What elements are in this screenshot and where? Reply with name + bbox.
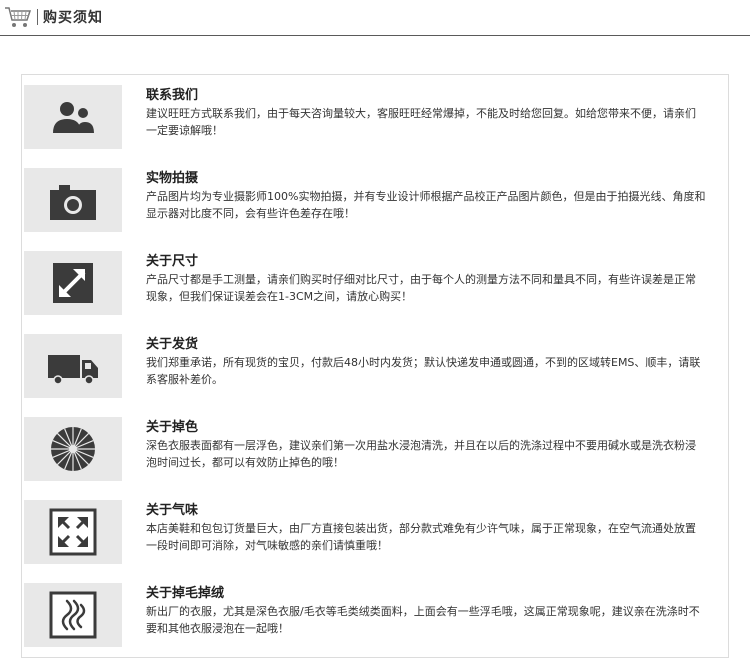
item-title: 关于尺寸 (146, 254, 199, 269)
shopping-cart-icon (5, 7, 32, 27)
icon-tile (24, 417, 122, 481)
color-wheel-icon (51, 427, 95, 471)
fur-fiber-icon (49, 591, 97, 639)
header-separator (37, 9, 38, 25)
item-description: 本店美鞋和包包订货量巨大，由厂方直接包装出货，部分款式难免有少许气味，属于正常现… (146, 522, 696, 552)
notice-item-size: 关于尺寸 产品尺寸都是手工测量，请亲们购买时仔细对比尺寸，由于每个人的测量方法不… (22, 251, 728, 319)
icon-tile (24, 251, 122, 315)
icon-tile (24, 85, 122, 149)
item-description: 产品尺寸都是手工测量，请亲们购买时仔细对比尺寸，由于每个人的测量方法不同和量具不… (146, 273, 696, 303)
item-description: 建议旺旺方式联系我们，由于每天咨询量较大，客服旺旺经常爆掉，不能及时给您回复。如… (146, 107, 696, 137)
notice-item-shipping: 关于发货 我们郑重承诺，所有现货的宝贝，付款后48小时内发货；默认快递发申通或圆… (22, 334, 728, 402)
item-description: 我们郑重承诺，所有现货的宝贝，付款后48小时内发货；默认快递发申通或圆通，不到的… (146, 356, 701, 386)
icon-tile (24, 168, 122, 232)
item-title: 关于发货 (146, 337, 199, 352)
item-title: 关于掉毛掉绒 (146, 586, 225, 601)
icon-tile (24, 583, 122, 647)
contact-people-icon (53, 102, 94, 133)
header: 购买须知 (0, 0, 750, 36)
notice-item-fading: 关于掉色 深色衣服表面都有一层浮色，建议亲们第一次用盐水浸泡清洗，并且在以后的洗… (22, 417, 728, 485)
delivery-truck-icon (48, 355, 98, 385)
icon-tile (24, 500, 122, 564)
camera-icon (50, 185, 96, 220)
notice-item-contact: 联系我们 建议旺旺方式联系我们，由于每天咨询量较大，客服旺旺经常爆掉，不能及时给… (22, 85, 728, 153)
item-title: 实物拍摄 (146, 171, 199, 186)
notice-item-odor: 关于气味 本店美鞋和包包订货量巨大，由厂方直接包装出货，部分款式难免有少许气味，… (22, 500, 728, 568)
notice-item-lint: 关于掉毛掉绒 新出厂的衣服，尤其是深色衣服/毛衣等毛类绒类面料，上面会有一些浮毛… (22, 583, 728, 651)
icon-tile (24, 334, 122, 398)
item-title: 关于气味 (146, 503, 199, 518)
resize-arrow-icon (53, 263, 93, 303)
notice-item-photo: 实物拍摄 产品图片均为专业摄影师100%实物拍摄，并有专业设计师根据产品校正产品… (22, 168, 728, 236)
item-description: 产品图片均为专业摄影师100%实物拍摄，并有专业设计师根据产品校正产品图片颜色，… (146, 190, 706, 220)
page-title: 购买须知 (43, 10, 103, 26)
item-title: 联系我们 (146, 88, 199, 103)
item-description: 新出厂的衣服，尤其是深色衣服/毛衣等毛类绒类面料，上面会有一些浮毛哦，这属正常现… (146, 605, 700, 635)
notice-panel: 联系我们 建议旺旺方式联系我们，由于每天咨询量较大，客服旺旺经常爆掉，不能及时给… (21, 74, 729, 658)
header-divider (0, 35, 750, 36)
item-title: 关于掉色 (146, 420, 199, 435)
item-description: 深色衣服表面都有一层浮色，建议亲们第一次用盐水浸泡清洗，并且在以后的洗涤过程中不… (146, 439, 696, 469)
expand-arrows-icon (49, 508, 97, 556)
